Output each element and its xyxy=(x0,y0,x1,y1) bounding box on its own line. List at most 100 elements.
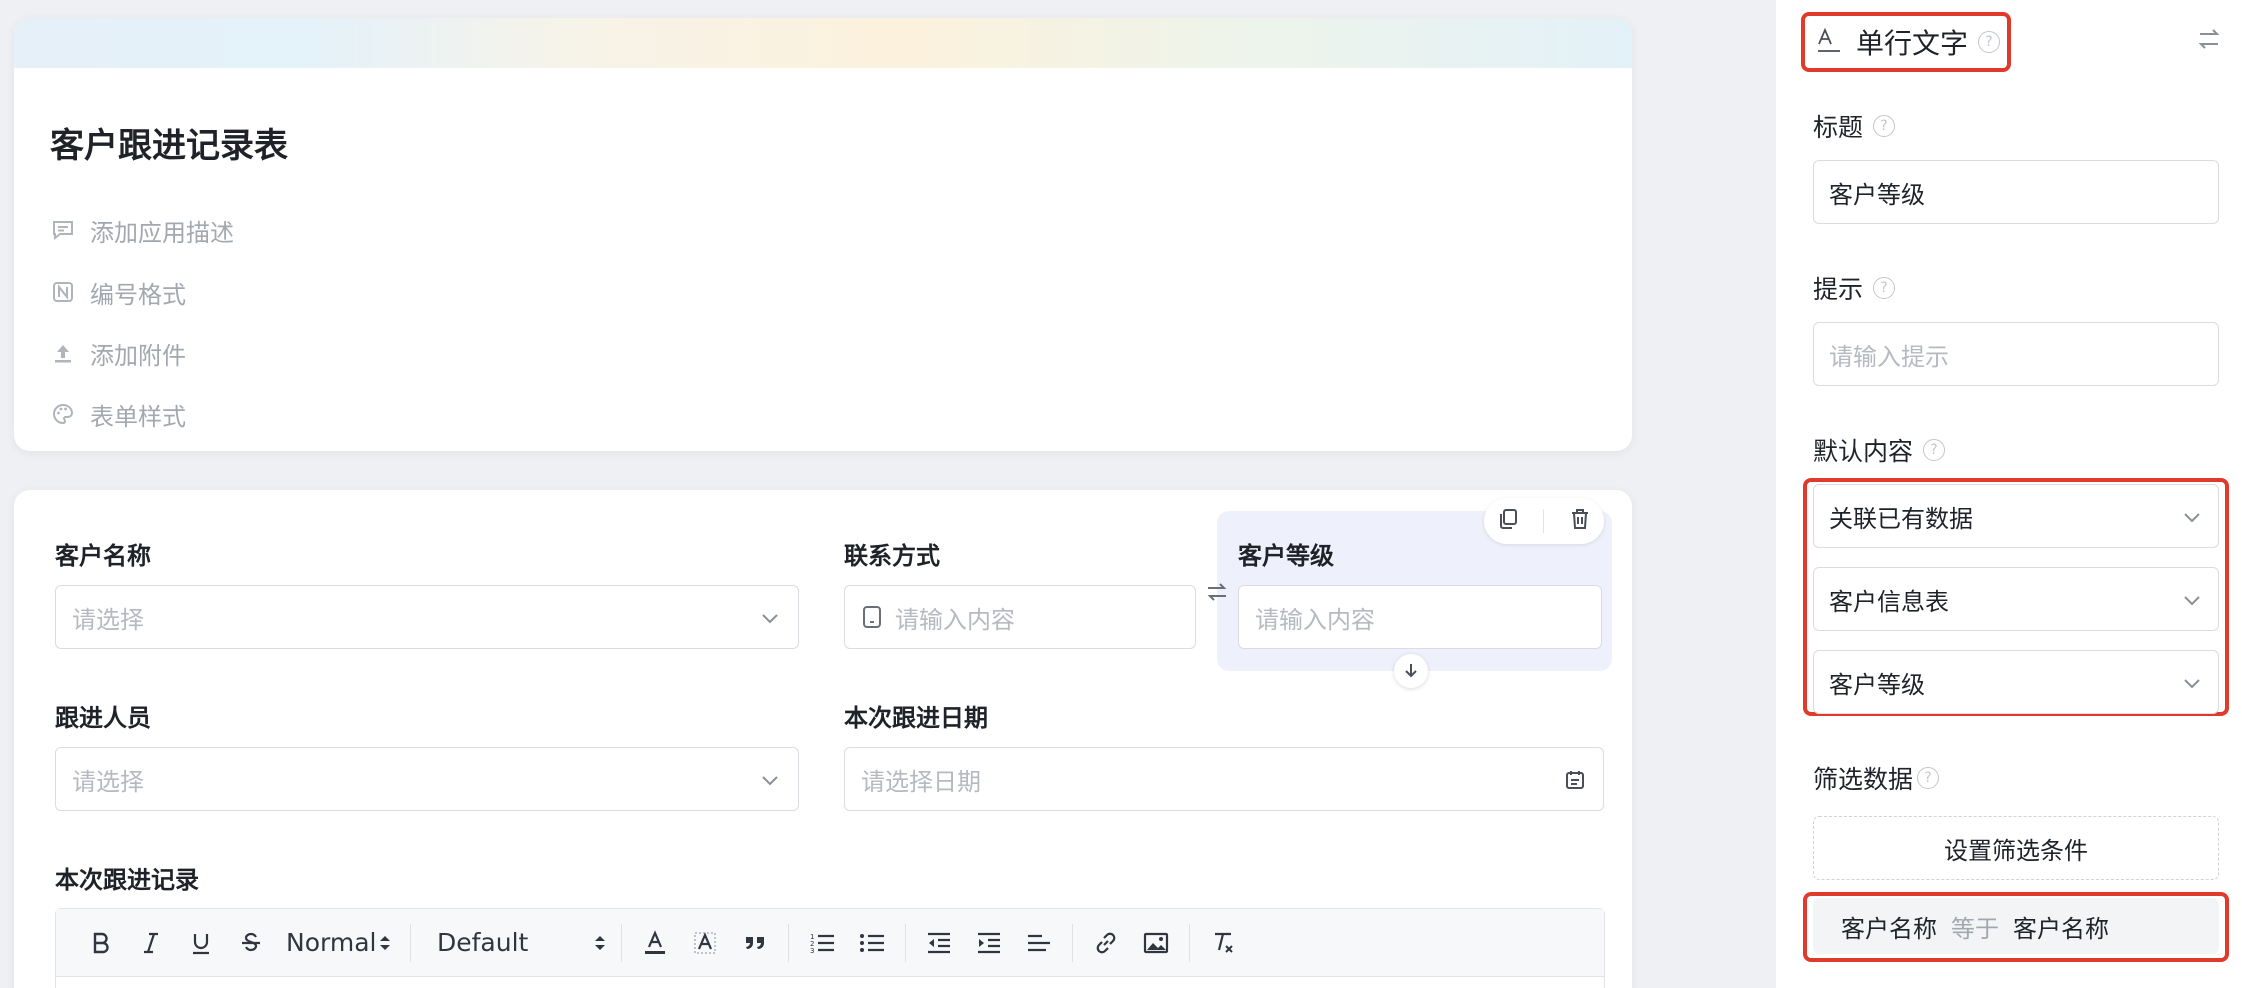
heading-select[interactable]: Normal xyxy=(286,928,391,957)
contact-label: 联系方式 xyxy=(844,542,940,570)
customer-name-placeholder: 请选择 xyxy=(72,605,144,634)
swap-horizontal-icon[interactable] xyxy=(1200,575,1234,609)
condition-right-field: 客户名称 xyxy=(2013,914,2109,943)
font-select[interactable]: Default xyxy=(437,928,607,957)
toolbar-divider xyxy=(1189,923,1190,962)
help-icon[interactable]: ? xyxy=(1923,439,1946,461)
title-setting-text: 标题 xyxy=(1813,113,1864,142)
form-style-label: 表单样式 xyxy=(90,402,186,431)
italic-icon[interactable] xyxy=(126,923,176,963)
ordered-list-icon[interactable]: 123 xyxy=(797,923,847,963)
follow-date-placeholder: 请选择日期 xyxy=(861,767,981,796)
number-format-link[interactable]: 编号格式 xyxy=(50,274,186,310)
filter-data-text: 筛选数据 xyxy=(1813,765,1914,794)
chevron-down-icon xyxy=(2180,505,2204,535)
filter-condition-row[interactable]: 客户名称 等于 客户名称 xyxy=(1813,898,2219,954)
follow-record-label: 本次跟进记录 xyxy=(55,866,199,894)
hint-setting-text: 提示 xyxy=(1813,275,1864,304)
default-content-label: 默认内容 ? xyxy=(1813,432,1946,468)
customer-level-label: 客户等级 xyxy=(1238,542,1334,570)
indent-icon[interactable] xyxy=(964,923,1014,963)
strikethrough-icon[interactable] xyxy=(226,923,276,963)
follower-label: 跟进人员 xyxy=(55,704,151,732)
quote-icon[interactable] xyxy=(730,923,780,963)
default-mode-value: 关联已有数据 xyxy=(1829,504,1973,533)
number-format-icon xyxy=(50,279,76,305)
phone-icon xyxy=(861,605,883,629)
align-icon[interactable] xyxy=(1014,923,1064,963)
follower-placeholder: 请选择 xyxy=(72,767,144,796)
chevron-down-icon xyxy=(758,768,782,798)
image-icon[interactable] xyxy=(1131,923,1181,963)
font-color-icon[interactable] xyxy=(630,923,680,963)
toolbar-divider xyxy=(621,923,622,962)
follow-date-label: 本次跟进日期 xyxy=(844,704,988,732)
customer-level-input[interactable]: 请输入内容 xyxy=(1238,585,1602,649)
title-input-value: 客户等级 xyxy=(1829,180,1925,209)
chevron-down-icon xyxy=(2180,671,2204,701)
add-attachment-link[interactable]: 添加附件 xyxy=(50,335,186,371)
toolbar-divider xyxy=(410,923,411,962)
bold-icon[interactable] xyxy=(76,923,126,963)
linked-form-select[interactable]: 客户信息表 xyxy=(1813,567,2219,631)
toolbar-divider xyxy=(788,923,789,962)
follower-select[interactable]: 请选择 xyxy=(55,747,799,811)
toolbar-divider xyxy=(1072,923,1073,962)
link-icon[interactable] xyxy=(1081,923,1131,963)
upload-icon xyxy=(50,340,76,366)
form-canvas-card: 客户名称 请选择 联系方式 请输入内容 客户等级 请输入内容 跟进人员 请选择 … xyxy=(14,490,1632,988)
form-style-link[interactable]: 表单样式 xyxy=(50,396,186,432)
filter-data-label: 筛选数据 ? xyxy=(1813,760,1940,796)
field-type-header: 单行文字 ? xyxy=(1816,22,2001,62)
copy-icon[interactable] xyxy=(1496,507,1520,535)
add-description-link[interactable]: 添加应用描述 xyxy=(50,212,234,248)
toolbar-divider xyxy=(1543,509,1545,533)
rich-text-editor[interactable]: Normal Default 123 xyxy=(55,908,1605,988)
arrow-down-icon[interactable] xyxy=(1394,654,1428,688)
form-title[interactable]: 客户跟进记录表 xyxy=(50,118,288,167)
chevron-down-icon xyxy=(758,606,782,636)
help-icon[interactable]: ? xyxy=(1873,277,1896,299)
underline-icon[interactable] xyxy=(176,923,226,963)
field-type-label: 单行文字 xyxy=(1856,27,1969,60)
help-icon[interactable]: ? xyxy=(1978,31,2001,53)
set-filter-button[interactable]: 设置筛选条件 xyxy=(1813,816,2219,880)
follow-date-picker[interactable]: 请选择日期 xyxy=(844,747,1604,811)
palette-icon xyxy=(50,401,76,427)
delete-icon[interactable] xyxy=(1568,507,1592,535)
editor-toolbar: Normal Default 123 xyxy=(56,909,1604,977)
hint-input-placeholder: 请输入提示 xyxy=(1829,342,1949,371)
calendar-icon xyxy=(1563,768,1587,798)
linked-form-value: 客户信息表 xyxy=(1829,587,1949,616)
help-icon[interactable]: ? xyxy=(1917,767,1940,789)
clear-format-icon[interactable] xyxy=(1198,923,1248,963)
text-field-icon xyxy=(1816,27,1842,57)
outdent-icon[interactable] xyxy=(914,923,964,963)
font-select-value: Default xyxy=(437,928,529,957)
title-input[interactable]: 客户等级 xyxy=(1813,160,2219,224)
default-mode-select[interactable]: 关联已有数据 xyxy=(1813,484,2219,548)
field-properties-panel: 单行文字 ? 标题 ? 客户等级 提示 ? 请输入提示 默认内容 ? 关联已有数… xyxy=(1776,0,2242,988)
svg-text:3: 3 xyxy=(810,947,814,955)
help-icon[interactable]: ? xyxy=(1873,115,1896,137)
toolbar-divider xyxy=(905,923,906,962)
chevron-down-icon xyxy=(2180,588,2204,618)
field-action-toolbar xyxy=(1484,498,1604,544)
default-content-text: 默认内容 xyxy=(1813,437,1914,466)
switch-field-type-icon[interactable] xyxy=(2196,26,2222,56)
updown-icon xyxy=(593,933,607,953)
heading-select-value: Normal xyxy=(286,928,377,957)
highlight-color-icon[interactable] xyxy=(680,923,730,963)
customer-name-label: 客户名称 xyxy=(55,542,151,570)
updown-icon xyxy=(378,933,392,953)
bullet-list-icon[interactable] xyxy=(847,923,897,963)
form-header-card: 客户跟进记录表 添加应用描述 编号格式 添加附件 表单样式 xyxy=(14,18,1632,451)
customer-name-select[interactable]: 请选择 xyxy=(55,585,799,649)
contact-input[interactable]: 请输入内容 xyxy=(844,585,1196,649)
linked-field-select[interactable]: 客户等级 xyxy=(1813,650,2219,714)
linked-field-value: 客户等级 xyxy=(1829,670,1925,699)
contact-placeholder: 请输入内容 xyxy=(895,605,1015,634)
hint-input[interactable]: 请输入提示 xyxy=(1813,322,2219,386)
hint-setting-label: 提示 ? xyxy=(1813,270,1896,306)
header-gradient-banner xyxy=(14,18,1632,68)
